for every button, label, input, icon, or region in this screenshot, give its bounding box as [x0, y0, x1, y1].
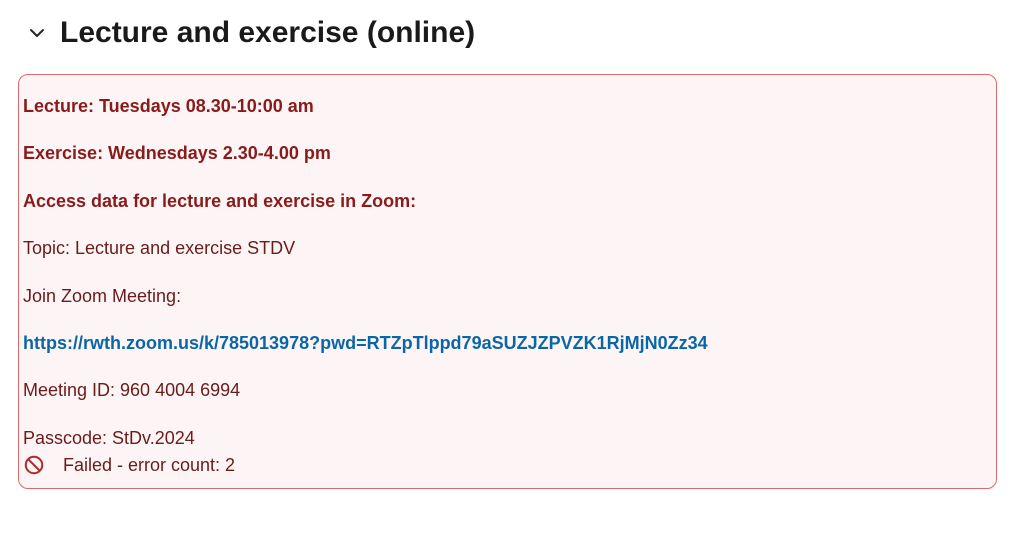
zoom-link-row: https://rwth.zoom.us/k/785013978?pwd=RTZ…	[23, 332, 992, 355]
status-row: Failed - error count: 2	[23, 454, 992, 476]
exercise-schedule: Exercise: Wednesdays 2.30-4.00 pm	[23, 142, 992, 165]
section-title: Lecture and exercise (online)	[60, 16, 475, 50]
lecture-schedule: Lecture: Tuesdays 08.30-10:00 am	[23, 95, 992, 118]
topic-line: Topic: Lecture and exercise STDV	[23, 237, 992, 260]
ban-icon	[23, 454, 45, 476]
zoom-link[interactable]: https://rwth.zoom.us/k/785013978?pwd=RTZ…	[23, 333, 708, 353]
info-panel: Lecture: Tuesdays 08.30-10:00 am Exercis…	[18, 74, 997, 489]
status-text: Failed - error count: 2	[63, 455, 235, 476]
passcode: Passcode: StDv.2024	[23, 427, 992, 450]
access-data-heading: Access data for lecture and exercise in …	[23, 190, 992, 213]
chevron-down-icon[interactable]	[28, 24, 46, 42]
meeting-id: Meeting ID: 960 4004 6994	[23, 379, 992, 402]
section-header: Lecture and exercise (online)	[16, 16, 999, 50]
join-label: Join Zoom Meeting:	[23, 285, 992, 308]
